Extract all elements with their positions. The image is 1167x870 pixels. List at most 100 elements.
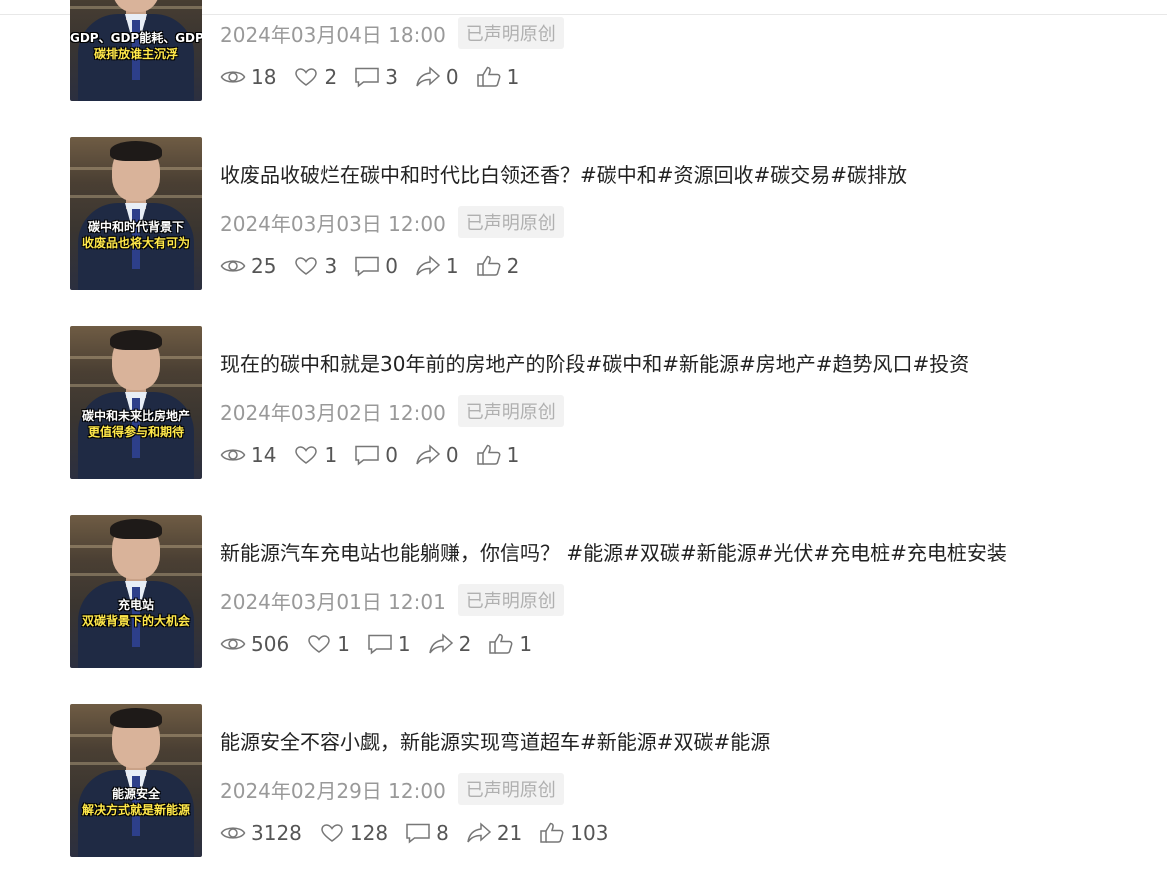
thumbnail-caption-line1: 充电站	[117, 598, 154, 612]
shares-stat[interactable]: 0	[415, 65, 459, 89]
views-stat[interactable]: 25	[220, 254, 276, 278]
comment-icon	[406, 823, 430, 844]
original-badge: 已声明原创	[457, 584, 564, 616]
likes-count: 1	[324, 443, 338, 467]
comments-count: 0	[385, 443, 398, 467]
video-thumbnail[interactable]: 碳中和时代背景下 收废品也将大有可为	[70, 137, 202, 290]
share-icon	[416, 444, 441, 465]
comment-icon	[355, 256, 379, 277]
video-meta: 2024年03月03日 12:00 已声明原创	[220, 206, 564, 238]
video-item: 能源安全 解决方式就是新能源 能源安全不容小觑，新能源实现弯道超车#新能源#双碳…	[70, 704, 1070, 857]
original-badge: 已声明原创	[457, 17, 564, 49]
views-stat[interactable]: 506	[220, 632, 289, 656]
video-stats: 3128 128 8 21 103	[220, 818, 625, 848]
publish-date: 2024年03月01日 12:01	[220, 589, 446, 614]
video-title[interactable]: 能源安全不容小觑，新能源实现弯道超车#新能源#双碳#能源	[220, 729, 770, 755]
video-stats: 506 1 1 2 1	[220, 629, 549, 659]
likes-stat[interactable]: 3	[293, 254, 337, 278]
likes-stat[interactable]: 1	[306, 632, 350, 656]
thumbs-up-count: 1	[506, 443, 520, 467]
comment-icon	[355, 445, 379, 466]
comments-stat[interactable]: 0	[354, 254, 398, 278]
video-title[interactable]: 现在的碳中和就是30年前的房地产的阶段#碳中和#新能源#房地产#趋势风口#投资	[220, 351, 969, 377]
video-meta: 2024年02月29日 12:00 已声明原创	[220, 773, 564, 805]
video-stats: 18 2 3 0 1	[220, 62, 536, 92]
eye-icon	[220, 71, 246, 83]
publish-date: 2024年03月03日 12:00	[220, 211, 446, 236]
thumbnail-caption-line2: 双碳背景下的大机会	[81, 614, 190, 628]
thumbs-up-stat[interactable]: 103	[539, 821, 608, 845]
video-title[interactable]: 新能源汽车充电站也能躺赚，你信吗？ #能源#双碳#新能源#光伏#充电桩#充电桩安…	[220, 540, 1007, 566]
video-thumbnail[interactable]: 碳中和未来比房地产 更值得参与和期待	[70, 326, 202, 479]
thumbs-up-stat[interactable]: 2	[476, 254, 520, 278]
thumbs-up-stat[interactable]: 1	[476, 443, 520, 467]
video-thumbnail[interactable]: 充电站 双碳背景下的大机会	[70, 515, 202, 668]
shares-count: 1	[445, 254, 459, 278]
likes-stat[interactable]: 2	[293, 65, 337, 89]
thumbnail-caption-line1: 能源安全	[111, 787, 160, 801]
comments-stat[interactable]: 8	[405, 821, 449, 845]
views-stat[interactable]: 18	[220, 65, 276, 89]
shares-stat[interactable]: 1	[415, 254, 459, 278]
shares-count: 21	[496, 821, 523, 845]
views-count: 14	[251, 443, 277, 467]
comments-stat[interactable]: 3	[354, 65, 398, 89]
thumbs-up-count: 103	[570, 821, 609, 845]
shares-stat[interactable]: 21	[466, 821, 522, 845]
eye-icon	[220, 638, 246, 650]
likes-stat[interactable]: 128	[319, 821, 388, 845]
video-stats: 25 3 0 1 2	[220, 251, 536, 281]
video-title[interactable]: 收废品收破烂在碳中和时代比白领还香？#碳中和#资源回收#碳交易#碳排放	[220, 162, 907, 188]
thumbs-up-count: 2	[506, 254, 520, 278]
comments-stat[interactable]: 1	[367, 632, 411, 656]
thumbs-up-stat[interactable]: 1	[476, 65, 519, 89]
thumbnail-caption-line2: 碳排放谁主沉浮	[93, 47, 178, 61]
views-count: 3128	[251, 821, 302, 845]
thumbs-up-icon	[476, 66, 501, 87]
video-item: 充电站 双碳背景下的大机会 新能源汽车充电站也能躺赚，你信吗？ #能源#双碳#新…	[70, 515, 1070, 668]
eye-icon	[220, 449, 246, 461]
thumbs-up-stat[interactable]: 1	[488, 632, 532, 656]
share-icon	[416, 255, 441, 276]
heart-icon	[295, 68, 318, 86]
shares-count: 0	[445, 65, 459, 89]
likes-stat[interactable]: 1	[293, 443, 337, 467]
video-thumbnail[interactable]: GDP、GDP能耗、GDP 碳排放谁主沉浮	[70, 0, 202, 101]
presenter-hair	[110, 141, 162, 161]
presenter-hair	[110, 519, 162, 539]
video-item: 碳中和未来比房地产 更值得参与和期待 现在的碳中和就是30年前的房地产的阶段#碳…	[70, 326, 1070, 479]
presenter-hair	[110, 330, 162, 350]
eye-icon	[220, 260, 246, 272]
original-badge: 已声明原创	[457, 395, 564, 427]
thumbs-up-icon	[476, 255, 501, 276]
comments-count: 3	[385, 65, 398, 89]
shares-count: 0	[445, 443, 459, 467]
views-count: 506	[251, 632, 290, 656]
thumbs-up-count: 1	[519, 632, 533, 656]
thumbnail-caption-line2: 更值得参与和期待	[87, 425, 184, 439]
original-badge: 已声明原创	[457, 206, 564, 238]
video-thumbnail[interactable]: 能源安全 解决方式就是新能源	[70, 704, 202, 857]
presenter-face	[112, 0, 160, 12]
share-icon	[428, 633, 453, 654]
publish-date: 2024年03月02日 12:00	[220, 400, 446, 425]
shares-stat[interactable]: 0	[415, 443, 459, 467]
video-item: 碳中和时代背景下 收废品也将大有可为 收废品收破烂在碳中和时代比白领还香？#碳中…	[70, 137, 1070, 290]
views-stat[interactable]: 3128	[220, 821, 302, 845]
original-badge: 已声明原创	[457, 773, 564, 805]
likes-count: 128	[349, 821, 389, 845]
eye-icon	[220, 827, 246, 839]
presenter-hair	[110, 708, 162, 728]
comments-stat[interactable]: 0	[354, 443, 398, 467]
likes-count: 1	[337, 632, 350, 656]
shares-stat[interactable]: 2	[428, 632, 472, 656]
publish-date: 2024年02月29日 12:00	[220, 778, 446, 803]
views-stat[interactable]: 14	[220, 443, 276, 467]
share-icon	[467, 822, 491, 843]
shares-count: 2	[458, 632, 472, 656]
views-count: 25	[251, 254, 277, 278]
comments-count: 8	[436, 821, 449, 845]
publish-date: 2024年03月04日 18:00	[220, 22, 446, 47]
views-count: 18	[251, 65, 277, 89]
likes-count: 2	[324, 65, 338, 89]
